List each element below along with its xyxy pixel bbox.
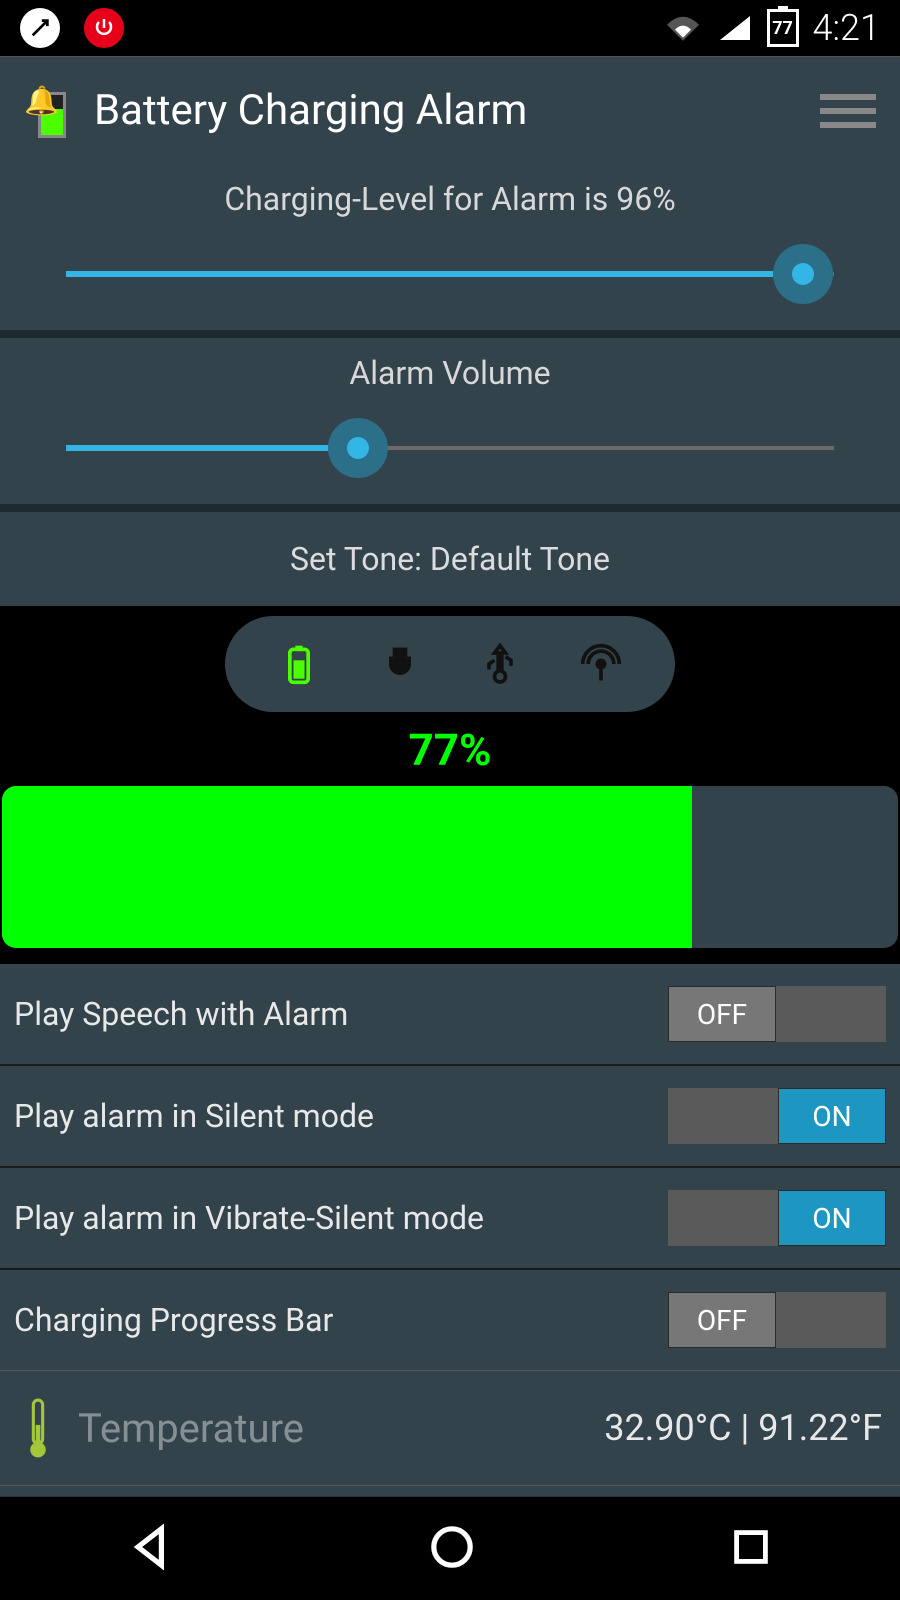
- power-icon: [84, 8, 124, 48]
- source-plug-icon[interactable]: [372, 636, 428, 692]
- source-usb-icon[interactable]: [472, 636, 528, 692]
- status-time: 4:21: [813, 7, 880, 49]
- source-battery-icon[interactable]: [271, 636, 327, 692]
- setting-speech-row: Play Speech with Alarm OFF: [0, 964, 900, 1066]
- setting-progress-row: Charging Progress Bar OFF: [0, 1270, 900, 1370]
- signal-icon: [717, 12, 753, 44]
- nav-recent-button[interactable]: [727, 1523, 775, 1575]
- nav-back-button[interactable]: [125, 1521, 177, 1577]
- volume-slider[interactable]: [66, 418, 834, 478]
- setting-speech-toggle[interactable]: OFF: [668, 986, 886, 1042]
- nav-home-button[interactable]: [426, 1521, 478, 1577]
- wifi-icon: [663, 12, 703, 44]
- setting-vibrate-toggle[interactable]: ON: [668, 1190, 886, 1246]
- menu-icon[interactable]: [820, 94, 876, 128]
- setting-label: Play Speech with Alarm: [14, 995, 348, 1033]
- charging-level-section: Charging-Level for Alarm is 96%: [0, 164, 900, 330]
- battery-status-icon: 77: [767, 9, 799, 47]
- setting-label: Play alarm in Vibrate-Silent mode: [14, 1199, 484, 1237]
- setting-vibrate-row: Play alarm in Vibrate-Silent mode ON: [0, 1168, 900, 1270]
- battery-percent-text: 77%: [0, 718, 900, 786]
- setting-label: Play alarm in Silent mode: [14, 1097, 374, 1135]
- app-icon: 🔔: [24, 84, 78, 138]
- set-tone-row[interactable]: Set Tone: Default Tone: [0, 512, 900, 606]
- volume-section: Alarm Volume: [0, 338, 900, 504]
- app-title: Battery Charging Alarm: [94, 86, 527, 135]
- temperature-label: Temperature: [78, 1405, 304, 1452]
- source-wireless-icon[interactable]: [573, 636, 629, 692]
- settings-list: Play Speech with Alarm OFF Play alarm in…: [0, 964, 900, 1370]
- setting-silent-toggle[interactable]: ON: [668, 1088, 886, 1144]
- charging-level-slider[interactable]: [66, 244, 834, 304]
- setting-label: Charging Progress Bar: [14, 1301, 333, 1339]
- thermometer-icon: [18, 1397, 58, 1459]
- status-bar: 77 4:21: [0, 0, 900, 56]
- volume-label: Alarm Volume: [26, 354, 874, 392]
- setting-progress-toggle[interactable]: OFF: [668, 1292, 886, 1348]
- setting-silent-row: Play alarm in Silent mode ON: [0, 1066, 900, 1168]
- notification-icon: [20, 8, 60, 48]
- temperature-value: 32.90°C | 91.22°F: [604, 1407, 882, 1449]
- set-tone-label: Set Tone: Default Tone: [290, 540, 610, 578]
- charging-level-label: Charging-Level for Alarm is 96%: [26, 180, 874, 218]
- nav-bar: [0, 1496, 900, 1600]
- temperature-row[interactable]: Temperature 32.90°C | 91.22°F: [0, 1370, 900, 1486]
- battery-display: 77%: [0, 712, 900, 948]
- app-bar: 🔔 Battery Charging Alarm: [0, 56, 900, 164]
- charge-source-row: [0, 606, 900, 712]
- battery-bar: [2, 786, 898, 948]
